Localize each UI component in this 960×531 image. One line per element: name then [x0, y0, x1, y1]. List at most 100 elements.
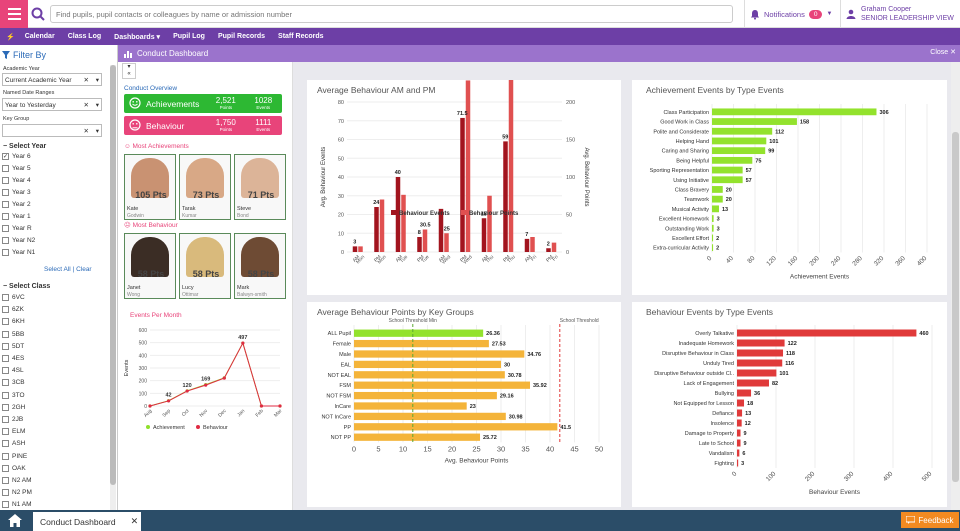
class-checkbox[interactable]: 2GH	[2, 403, 25, 411]
checkbox[interactable]	[2, 249, 9, 256]
data-label: 34.76	[527, 352, 541, 358]
nav-staff-records[interactable]: Staff Records	[278, 33, 324, 40]
checkbox[interactable]	[2, 391, 9, 399]
sidebar-scrollbar[interactable]	[110, 65, 116, 510]
checkbox[interactable]	[2, 403, 9, 411]
class-checkbox[interactable]: N1 AM	[2, 501, 32, 509]
achievements-summary[interactable]: Achievements 2,521 Points 1028 Events	[124, 94, 282, 113]
x-tick-label: 10	[399, 444, 407, 453]
pupil-card[interactable]: 105 Pts Kate Godwin	[124, 154, 176, 220]
checkbox[interactable]	[2, 201, 9, 208]
class-checkbox[interactable]: 6KH	[2, 318, 25, 326]
clear-link[interactable]: Clear	[76, 266, 92, 273]
am-pm-panel: Average Behaviour AM and PM 0 10 20 30 40 50 6…	[307, 80, 621, 295]
checkbox[interactable]	[2, 440, 9, 448]
class-checkbox[interactable]: 5BB	[2, 330, 24, 338]
checkbox[interactable]	[2, 428, 9, 436]
checkbox[interactable]	[2, 489, 9, 497]
checkbox[interactable]	[2, 452, 9, 460]
menu-button[interactable]	[0, 0, 28, 28]
x-tick-label: Oct	[181, 408, 191, 418]
pupil-card[interactable]: 58 Pts Lucy Ottimar	[179, 233, 231, 299]
checkbox[interactable]	[2, 416, 9, 423]
class-checkbox[interactable]: ELM	[2, 428, 25, 436]
class-checkbox[interactable]: 3CB	[2, 379, 25, 387]
class-checkbox[interactable]: OAK	[2, 464, 26, 472]
checkbox[interactable]: ✓	[2, 153, 9, 160]
collapse-toggle[interactable]: ▾ «	[122, 63, 136, 79]
pupil-card[interactable]: 58 Pts Mark Balwyn-smith	[234, 233, 286, 299]
nav-pupil-log[interactable]: Pupil Log	[173, 33, 205, 40]
year-checkbox[interactable]: Year 1	[2, 213, 31, 220]
class-checkbox[interactable]: 2JB	[2, 416, 23, 423]
nav-class-log[interactable]: Class Log	[68, 33, 101, 40]
class-checkbox[interactable]: 4ES	[2, 355, 24, 362]
class-checkbox[interactable]: N2 AM	[2, 477, 32, 484]
notifications-button[interactable]: Notifications 0 ▼	[744, 0, 839, 28]
tab-conduct-dashboard[interactable]: Conduct Dashboard ✕	[33, 512, 141, 531]
nav-calendar[interactable]: Calendar	[25, 33, 55, 40]
checkbox[interactable]	[2, 294, 9, 301]
checkbox[interactable]	[2, 225, 9, 232]
close-button[interactable]: Close ✕	[930, 48, 956, 56]
checkbox[interactable]	[2, 342, 9, 350]
checkbox[interactable]	[2, 501, 9, 509]
legend-marker	[146, 425, 150, 429]
pupil-card[interactable]: 58 Pts Janet Wong	[124, 233, 176, 299]
checkbox[interactable]	[2, 355, 9, 362]
checkbox[interactable]	[2, 237, 9, 244]
checkbox[interactable]	[2, 318, 9, 326]
class-checkbox[interactable]: 3TO	[2, 391, 25, 399]
year-checkbox[interactable]: Year 5	[2, 165, 31, 172]
checkbox[interactable]	[2, 165, 9, 172]
bolt-icon: ⚡	[6, 33, 15, 41]
checkbox[interactable]	[2, 213, 9, 220]
academic-year-select[interactable]: Current Academic Year ✕ ▾	[2, 73, 102, 86]
checkbox[interactable]	[2, 367, 9, 375]
search-icon[interactable]	[31, 7, 45, 21]
class-checkbox[interactable]: N2 PM	[2, 489, 32, 497]
behaviour-summary[interactable]: Behaviour 1,750 Points 1111 Events	[124, 116, 282, 135]
category-label: Good Work in Class	[660, 120, 709, 126]
bar-behaviour-points	[530, 237, 535, 252]
checkbox[interactable]	[2, 464, 9, 472]
main-scrollbar[interactable]	[951, 62, 960, 510]
checkbox[interactable]	[2, 330, 9, 338]
class-checkbox[interactable]: 5DT	[2, 342, 24, 350]
select-all-link[interactable]: Select All	[44, 266, 71, 273]
year-checkbox[interactable]: Year N2	[2, 237, 35, 244]
category-label: EAL	[341, 362, 351, 368]
class-checkbox[interactable]: ASH	[2, 440, 25, 448]
pupil-card[interactable]: 73 Pts Tarak Kumar	[179, 154, 231, 220]
year-checkbox[interactable]: ✓ Year 6	[2, 153, 31, 160]
nav-dashboards[interactable]: Dashboards ▾	[114, 33, 160, 41]
bar	[712, 176, 743, 184]
year-checkbox[interactable]: Year N1	[2, 249, 35, 256]
date-range-select[interactable]: Year to Yesterday ✕ ▾	[2, 98, 102, 111]
class-checkbox[interactable]: 4SL	[2, 367, 24, 375]
year-checkbox[interactable]: Year 3	[2, 189, 31, 196]
class-checkbox[interactable]: 6ZK	[2, 306, 24, 314]
checkbox[interactable]	[2, 189, 9, 196]
checkbox[interactable]	[2, 379, 9, 387]
data-label: 30	[504, 362, 510, 368]
x-tick-label: 500	[921, 470, 934, 483]
checkbox[interactable]	[2, 477, 9, 484]
feedback-button[interactable]: Feedback	[901, 512, 959, 528]
home-button[interactable]	[0, 510, 30, 531]
pupil-card[interactable]: 71 Pts Steve Bond	[234, 154, 286, 220]
checkbox[interactable]	[2, 306, 9, 314]
close-tab-icon[interactable]: ✕	[131, 516, 139, 527]
year-checkbox[interactable]: Year R	[2, 225, 32, 232]
data-label: 26.36	[486, 331, 500, 337]
class-checkbox[interactable]: PINE	[2, 452, 27, 460]
checkbox[interactable]	[2, 177, 9, 184]
year-checkbox[interactable]: Year 2	[2, 201, 31, 208]
user-menu[interactable]: Graham Cooper SENIOR LEADERSHIP VIEW	[840, 0, 960, 28]
nav-pupil-records[interactable]: Pupil Records	[218, 33, 265, 40]
year-checkbox[interactable]: Year 4	[2, 177, 31, 184]
behaviour-types-chart: 0 100 200 300 400 500 Behaviour Events Overly T…	[654, 325, 934, 496]
class-checkbox[interactable]: 6VC	[2, 294, 25, 301]
search-input[interactable]	[50, 5, 733, 23]
key-group-select[interactable]: ✕ ▾	[2, 124, 102, 137]
